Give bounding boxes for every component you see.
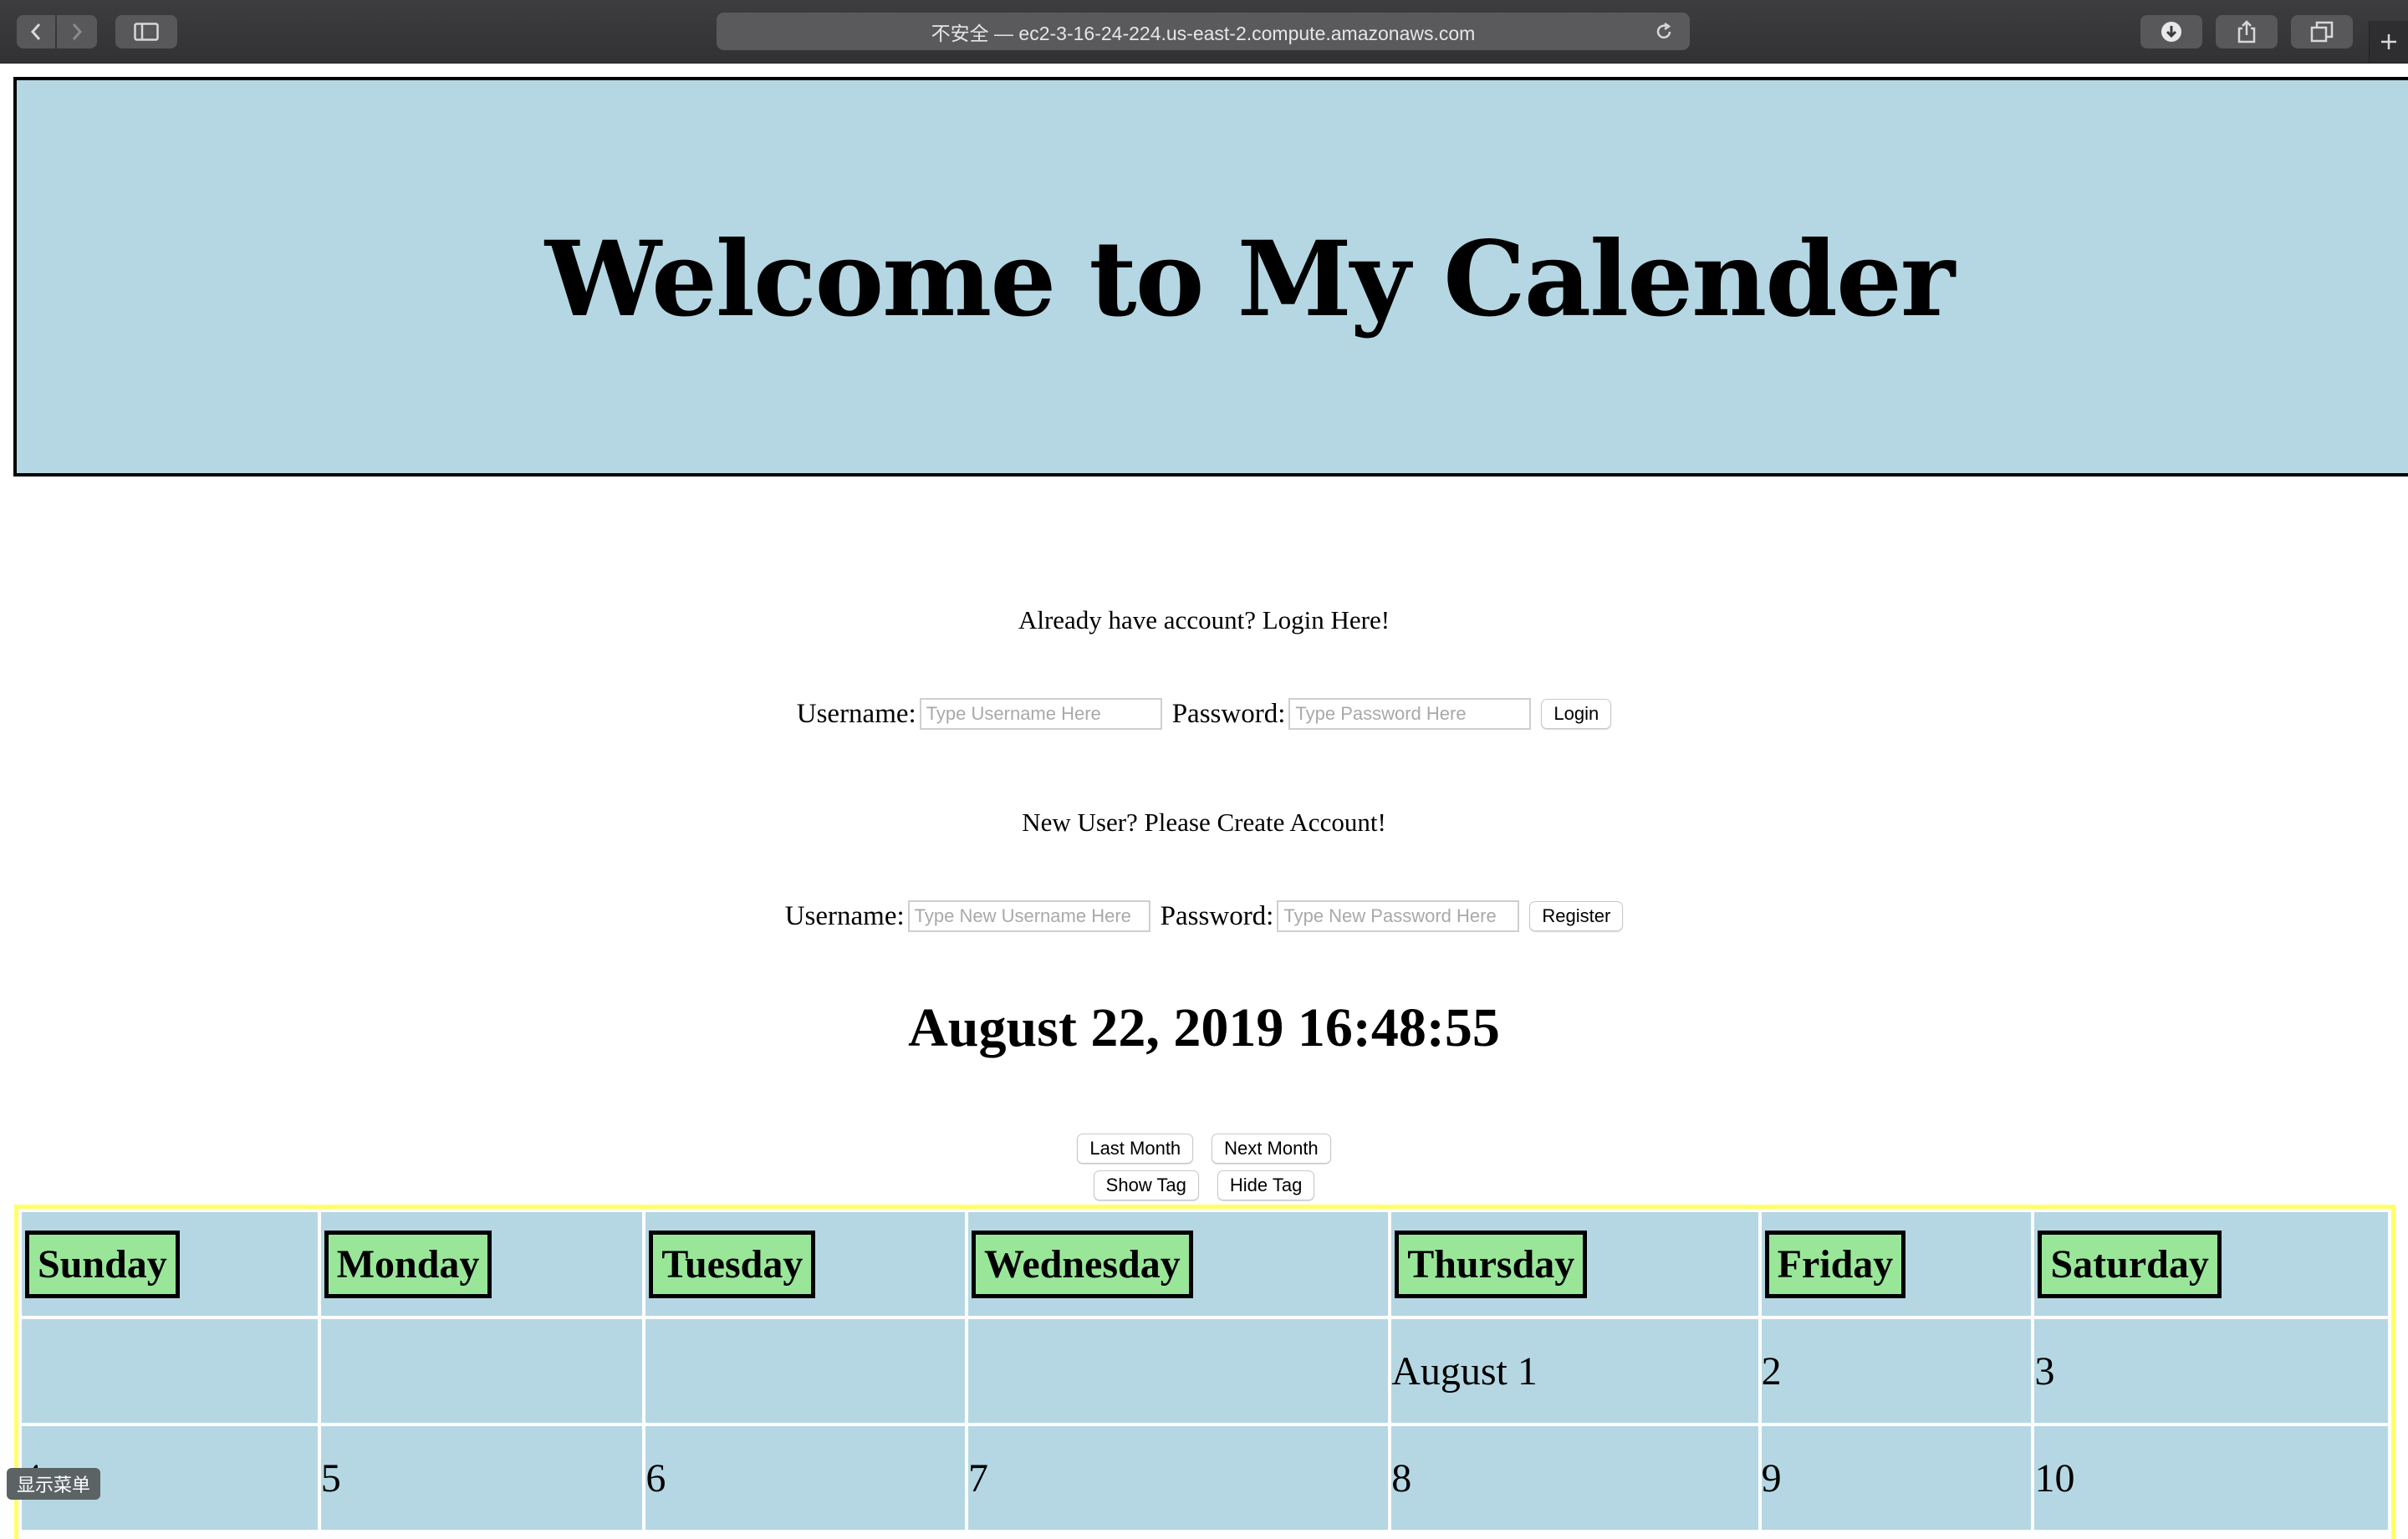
day-cell[interactable]	[22, 1319, 318, 1423]
login-password-label: Password:	[1171, 698, 1286, 729]
current-datetime: August 22, 2019 16:48:55	[908, 997, 1500, 1058]
day-number: 5	[320, 1455, 341, 1501]
day-cell[interactable]: August 1	[1391, 1319, 1758, 1423]
last-month-button[interactable]: Last Month	[1077, 1134, 1194, 1164]
tabs-icon	[2310, 21, 2334, 43]
calendar: Sunday Monday Tuesday Wednesday Thursday…	[14, 1205, 2395, 1539]
hide-tag-button[interactable]: Hide Tag	[1217, 1170, 1315, 1200]
new-tab-button[interactable]	[2369, 21, 2408, 63]
register-button[interactable]: Register	[1529, 901, 1624, 931]
address-text: 不安全 — ec2-3-16-24-224.us-east-2.compute.…	[931, 22, 1476, 44]
day-cell[interactable]: 9	[1761, 1426, 2032, 1530]
day-number: 10	[2034, 1455, 2075, 1501]
calendar-week-row: August 1 2 3	[22, 1319, 2388, 1423]
day-cell[interactable]: 10	[2034, 1426, 2388, 1530]
login-button[interactable]: Login	[1541, 699, 1612, 729]
login-password-input[interactable]	[1288, 698, 1532, 730]
forward-button[interactable]	[57, 15, 97, 48]
show-menu-button[interactable]: 显示菜单	[7, 1468, 101, 1500]
back-button[interactable]	[17, 15, 55, 48]
day-cell[interactable]: 5	[320, 1426, 643, 1530]
day-cell[interactable]: 6	[645, 1426, 965, 1530]
download-icon	[2161, 22, 2181, 42]
register-prompt: New User? Please Create Account!	[1022, 808, 1386, 837]
next-month-button[interactable]: Next Month	[1212, 1134, 1331, 1164]
day-number: 6	[645, 1455, 666, 1501]
tabs-overview-button[interactable]	[2291, 15, 2353, 48]
header-cell: Tuesday	[645, 1212, 965, 1316]
day-header-monday: Monday	[324, 1230, 492, 1298]
show-tag-button[interactable]: Show Tag	[1093, 1170, 1199, 1200]
chevron-right-icon	[72, 23, 83, 40]
login-prompt: Already have account? Login Here!	[1018, 605, 1390, 634]
calendar-week-row: 4 5 6 7 8 9 10	[22, 1426, 2388, 1530]
month-nav: Last Month Next Month	[0, 1133, 2408, 1164]
sidebar-icon	[134, 23, 159, 41]
header-cell: Saturday	[2034, 1212, 2388, 1316]
downloads-button[interactable]	[2140, 15, 2202, 48]
register-form: Username: Password: Register	[0, 899, 2408, 933]
register-username-label: Username:	[784, 900, 905, 931]
day-cell[interactable]: 8	[1391, 1426, 1758, 1530]
day-cell[interactable]	[320, 1319, 643, 1423]
welcome-banner: Welcome to My Calender	[13, 77, 2408, 476]
calendar-header-row: Sunday Monday Tuesday Wednesday Thursday…	[22, 1212, 2388, 1316]
header-cell: Thursday	[1391, 1212, 1758, 1316]
day-cell[interactable]	[645, 1319, 965, 1423]
day-number: 3	[2034, 1348, 2055, 1394]
day-header-saturday: Saturday	[2038, 1230, 2222, 1298]
browser-toolbar: 不安全 — ec2-3-16-24-224.us-east-2.compute.…	[0, 0, 2408, 64]
day-header-wednesday: Wednesday	[971, 1230, 1193, 1298]
header-cell: Sunday	[22, 1212, 318, 1316]
chevron-left-icon	[30, 23, 41, 40]
header-cell: Wednesday	[967, 1212, 1389, 1316]
day-cell[interactable]: 7	[967, 1426, 1389, 1530]
register-username-input[interactable]	[907, 900, 1150, 932]
header-cell: Friday	[1761, 1212, 2032, 1316]
day-header-tuesday: Tuesday	[649, 1230, 816, 1298]
day-cell[interactable]: 3	[2034, 1319, 2388, 1423]
day-number: 9	[1761, 1455, 1782, 1501]
plus-icon	[2381, 34, 2396, 49]
day-number: August 1	[1391, 1348, 1538, 1394]
login-username-label: Username:	[796, 698, 916, 729]
share-button[interactable]	[2216, 15, 2278, 48]
day-number: 2	[1761, 1348, 1782, 1394]
day-header-sunday: Sunday	[25, 1230, 180, 1298]
day-header-friday: Friday	[1764, 1230, 1906, 1298]
tag-nav: Show Tag Hide Tag	[0, 1170, 2408, 1201]
share-icon	[2237, 20, 2256, 43]
day-cell[interactable]: 2	[1761, 1319, 2032, 1423]
header-cell: Monday	[320, 1212, 643, 1316]
calendar-grid: Sunday Monday Tuesday Wednesday Thursday…	[18, 1209, 2391, 1533]
day-cell[interactable]	[967, 1319, 1389, 1423]
sidebar-button[interactable]	[115, 15, 177, 48]
register-password-input[interactable]	[1277, 900, 1520, 932]
register-password-label: Password:	[1160, 900, 1274, 931]
login-username-input[interactable]	[919, 698, 1162, 730]
day-header-thursday: Thursday	[1395, 1230, 1588, 1298]
day-number: 8	[1391, 1455, 1412, 1501]
day-number: 7	[967, 1455, 988, 1501]
login-form: Username: Password: Login	[0, 697, 2408, 731]
address-bar[interactable]: 不安全 — ec2-3-16-24-224.us-east-2.compute.…	[717, 13, 1690, 50]
reload-icon[interactable]	[1653, 21, 1675, 48]
page-title: Welcome to My Calender	[544, 219, 1955, 340]
